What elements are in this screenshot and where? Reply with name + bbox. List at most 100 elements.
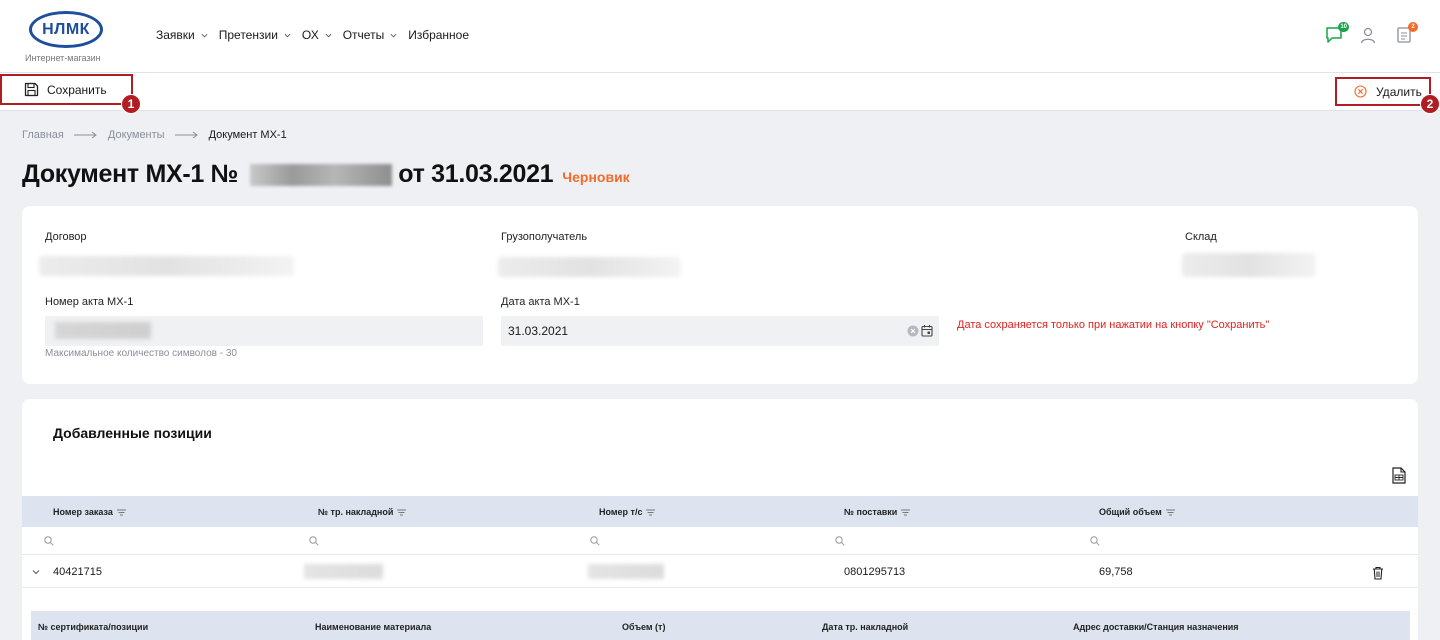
breadcrumb-documents[interactable]: Документы bbox=[108, 129, 165, 141]
page-title-suffix: от 31.03.2021 bbox=[398, 160, 554, 188]
subcolumn-volume[interactable]: Объем (т) bbox=[622, 622, 665, 632]
subcolumn-material-name[interactable]: Наименование материала bbox=[315, 622, 431, 632]
positions-title: Добавленные позиции bbox=[53, 425, 212, 441]
redacted-warehouse-value bbox=[1182, 253, 1316, 277]
nav-item-reports[interactable]: Отчеты bbox=[343, 28, 397, 42]
column-label: № поставки bbox=[844, 507, 898, 517]
breadcrumb-home[interactable]: Главная bbox=[22, 129, 64, 141]
search-icon[interactable] bbox=[835, 536, 845, 546]
chat-button[interactable]: 10 bbox=[1325, 22, 1349, 49]
nav-item-label: Заявки bbox=[156, 28, 195, 42]
filter-icon[interactable] bbox=[901, 509, 911, 516]
user-icon bbox=[1360, 27, 1376, 44]
save-button[interactable]: Сохранить bbox=[0, 74, 133, 105]
close-circle-icon bbox=[1354, 85, 1367, 98]
search-icon[interactable] bbox=[309, 536, 319, 546]
chat-badge: 10 bbox=[1338, 22, 1349, 32]
warehouse-label: Склад bbox=[1185, 231, 1217, 243]
profile-button[interactable] bbox=[1359, 26, 1377, 49]
chevron-down-icon bbox=[325, 33, 332, 37]
chevron-down-icon bbox=[390, 33, 397, 37]
logo-text: НЛМК bbox=[42, 20, 90, 38]
column-order-number[interactable]: Номер заказа bbox=[53, 507, 126, 517]
page-title: Документ МХ-1 № от 31.03.2021 Черновик bbox=[22, 160, 630, 189]
contract-label: Договор bbox=[45, 231, 87, 243]
breadcrumb: Главная Документы Документ МХ-1 bbox=[22, 129, 287, 141]
filter-icon[interactable] bbox=[1165, 509, 1175, 516]
chevron-down-icon[interactable] bbox=[32, 568, 40, 576]
filter-icon[interactable] bbox=[646, 509, 656, 516]
trash-icon[interactable] bbox=[1372, 566, 1384, 580]
top-header: НЛМК Интернет-магазин Заявки Претензии О… bbox=[0, 0, 1440, 73]
act-date-label: Дата акта МХ-1 bbox=[501, 296, 580, 308]
save-button-label: Сохранить bbox=[47, 82, 107, 97]
redacted-waybill-number bbox=[304, 564, 383, 579]
arrow-right-icon bbox=[73, 131, 97, 139]
export-excel-icon[interactable] bbox=[1391, 467, 1407, 484]
subcolumn-certificate[interactable]: № сертификата/позиции bbox=[38, 622, 148, 632]
date-save-warning: Дата сохраняется только при нажатии на к… bbox=[957, 319, 1270, 331]
annotation-marker-2: 2 bbox=[1420, 94, 1440, 114]
nav-item-label: Отчеты bbox=[342, 28, 385, 42]
consignee-label: Грузополучатель bbox=[501, 231, 588, 243]
column-label: Номер заказа bbox=[53, 507, 113, 517]
nav-item-label: ОХ bbox=[301, 28, 319, 42]
chevron-down-icon bbox=[284, 33, 291, 37]
column-search-row bbox=[22, 527, 1418, 555]
column-vehicle-number[interactable]: Номер т/с bbox=[599, 507, 656, 517]
arrow-right-icon bbox=[174, 131, 198, 139]
nav-item-label: Претензии bbox=[218, 28, 278, 42]
main-nav: Заявки Претензии ОХ Отчеты Избранное bbox=[156, 28, 480, 42]
delete-button[interactable]: Удалить bbox=[1335, 77, 1431, 106]
column-total-volume[interactable]: Общий объем bbox=[1099, 507, 1175, 517]
redacted-vehicle-number bbox=[588, 564, 664, 579]
act-date-input[interactable]: 31.03.2021 bbox=[501, 316, 939, 346]
chevron-down-icon bbox=[201, 33, 208, 37]
status-badge: Черновик bbox=[562, 168, 630, 185]
filter-icon[interactable] bbox=[116, 509, 126, 516]
subcolumn-delivery-address[interactable]: Адрес доставки/Станция назначения bbox=[1073, 622, 1239, 632]
annotation-marker-1: 1 bbox=[121, 94, 141, 114]
search-icon[interactable] bbox=[1090, 536, 1100, 546]
logo-subtitle: Интернет-магазин bbox=[25, 53, 101, 63]
subcolumn-waybill-date[interactable]: Дата тр. накладной bbox=[822, 622, 908, 632]
redacted-document-number bbox=[250, 163, 393, 186]
act-date-value: 31.03.2021 bbox=[508, 324, 569, 338]
cell-total-volume: 69,758 bbox=[1099, 566, 1133, 578]
positions-table-header: Номер заказа № тр. накладной Номер т/с №… bbox=[22, 496, 1418, 527]
floppy-disk-icon bbox=[24, 82, 39, 97]
redacted-contract-value bbox=[39, 256, 294, 276]
clear-icon[interactable] bbox=[907, 325, 919, 337]
delete-button-label: Удалить bbox=[1376, 84, 1422, 99]
column-label: Общий объем bbox=[1099, 507, 1162, 517]
column-label: Номер т/с bbox=[599, 507, 643, 517]
nav-item-label: Избранное bbox=[408, 28, 470, 42]
breadcrumb-current: Документ МХ-1 bbox=[208, 129, 287, 141]
column-delivery-number[interactable]: № поставки bbox=[844, 507, 911, 517]
cell-order-number: 40421715 bbox=[53, 566, 102, 578]
filter-icon[interactable] bbox=[397, 509, 407, 516]
page-title-prefix: Документ МХ-1 № bbox=[22, 160, 239, 188]
documents-badge: 2 bbox=[1408, 22, 1418, 32]
cell-delivery-number: 0801295713 bbox=[844, 566, 906, 578]
redacted-consignee-value bbox=[498, 257, 681, 277]
nav-item-oh[interactable]: ОХ bbox=[302, 28, 332, 42]
table-row[interactable]: 40421715 0801295713 69,758 bbox=[22, 556, 1418, 588]
certificates-table-header: № сертификата/позиции Наименование матер… bbox=[31, 611, 1410, 640]
nav-item-favorites[interactable]: Избранное bbox=[408, 28, 469, 42]
nav-item-requests[interactable]: Заявки bbox=[156, 28, 208, 42]
search-icon[interactable] bbox=[44, 536, 54, 546]
redacted-act-number bbox=[55, 322, 151, 339]
documents-button[interactable]: 2 bbox=[1396, 22, 1418, 49]
column-label: № тр. накладной bbox=[318, 507, 394, 517]
act-number-hint: Максимальное количество символов - 30 bbox=[45, 348, 237, 359]
nav-item-claims[interactable]: Претензии bbox=[219, 28, 291, 42]
act-number-label: Номер акта МХ-1 bbox=[45, 296, 134, 308]
column-waybill-number[interactable]: № тр. накладной bbox=[318, 507, 407, 517]
calendar-icon[interactable] bbox=[921, 324, 933, 337]
search-icon[interactable] bbox=[590, 536, 600, 546]
nlmk-logo[interactable]: НЛМК bbox=[29, 11, 103, 48]
act-number-input[interactable] bbox=[45, 316, 483, 346]
document-form-card: Договор Грузополучатель Склад Номер акта… bbox=[22, 206, 1418, 384]
action-bar: Сохранить 1 Удалить 2 bbox=[0, 73, 1440, 114]
